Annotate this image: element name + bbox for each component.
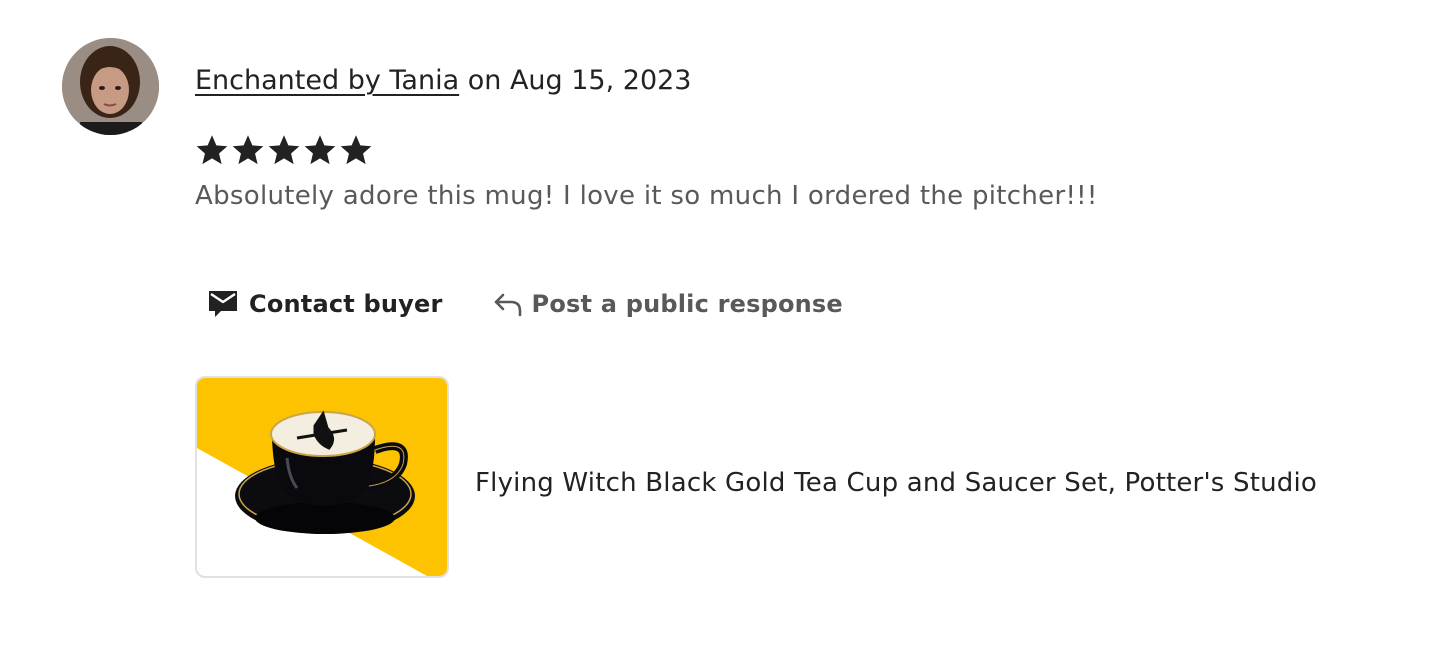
envelope-icon (207, 289, 239, 319)
post-public-response-label: Post a public response (531, 290, 843, 318)
star-icon (338, 130, 374, 170)
reviewer-avatar[interactable] (62, 38, 159, 135)
product-title-link[interactable]: Flying Witch Black Gold Tea Cup and Sauc… (475, 464, 1317, 502)
star-icon (302, 130, 338, 170)
post-public-response-button[interactable]: Post a public response (493, 290, 843, 318)
review-card: Enchanted by Tania on Aug 15, 2023 Absol… (0, 0, 1450, 658)
star-icon (266, 130, 302, 170)
reviewer-name-link[interactable]: Enchanted by Tania (195, 65, 459, 96)
review-header: Enchanted by Tania on Aug 15, 2023 (195, 62, 692, 100)
star-icon (194, 130, 230, 170)
review-date: on Aug 15, 2023 (467, 65, 692, 96)
product-thumbnail[interactable] (195, 376, 449, 578)
contact-buyer-label: Contact buyer (249, 290, 443, 318)
review-text: Absolutely adore this mug! I love it so … (195, 181, 1098, 211)
star-icon (230, 130, 266, 170)
star-rating (194, 130, 374, 170)
reply-arrow-icon (493, 291, 523, 317)
review-actions: Contact buyer Post a public response (207, 283, 843, 325)
contact-buyer-button[interactable]: Contact buyer (207, 289, 443, 319)
